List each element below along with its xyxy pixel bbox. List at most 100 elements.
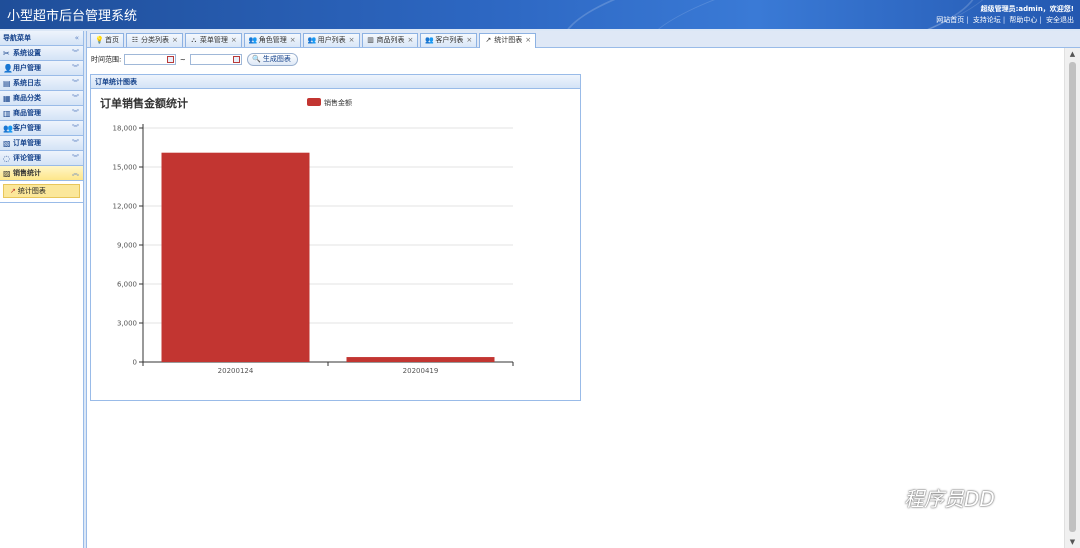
app-header: 小型超市后台管理系统 超级管理员:admin，欢迎您! 网站首页 | 支持论坛 | … bbox=[0, 0, 1080, 29]
goods-icon: ▥ bbox=[3, 109, 11, 118]
double-chevron-down-icon[interactable]: ︾ bbox=[72, 61, 79, 76]
sidebar-item[interactable]: ↗ 统计图表 bbox=[3, 184, 80, 198]
tab-label: 分类列表 bbox=[141, 36, 169, 44]
sidebar-group[interactable]: 👤用户管理 ︾ bbox=[0, 61, 83, 76]
wechat-logo-icon bbox=[876, 490, 900, 508]
role-icon: 👥 bbox=[248, 36, 258, 44]
tab-label: 菜单管理 bbox=[199, 36, 228, 44]
double-chevron-down-icon[interactable]: ︾ bbox=[72, 46, 79, 61]
top-links: 网站首页 | 支持论坛 | 帮助中心 | 安全退出 bbox=[936, 16, 1074, 24]
scroll-down-arrow-icon[interactable]: ▼ bbox=[1065, 536, 1080, 548]
link-logout[interactable]: 安全退出 bbox=[1046, 16, 1074, 24]
sidebar-group-label: 系统日志 bbox=[13, 79, 41, 87]
category-icon: ▦ bbox=[3, 94, 11, 103]
sidebar-group[interactable]: ▥ 商品管理 ︾ bbox=[0, 106, 83, 121]
tools-icon: ✂ bbox=[3, 49, 10, 58]
end-date-input[interactable] bbox=[189, 54, 242, 65]
sidebar-group[interactable]: ▦ 商品分类 ︾ bbox=[0, 91, 83, 106]
tab[interactable]: ▥ 商品列表 × bbox=[361, 33, 419, 47]
main-area: 💡首页 ☷ 分类列表 × ⛬ 菜单管理 × 👥角色管理 × 👥用户列表 × ▥ 商品列表 × 👥客户列表 × ↗… bbox=[86, 31, 1080, 548]
sidebar-group-label: 评论管理 bbox=[13, 154, 41, 162]
tab[interactable]: 👥用户列表 × bbox=[302, 33, 360, 47]
tab[interactable]: 👥角色管理 × bbox=[243, 33, 301, 47]
bar-chart: 订单销售金额统计 销售金额 0 3,000 6,000 9,000 12,000 15,000… bbox=[100, 96, 514, 375]
close-icon[interactable]: × bbox=[408, 36, 414, 44]
sidebar-group[interactable]: ◌ 评论管理 ︾ bbox=[0, 151, 83, 166]
close-icon[interactable]: × bbox=[466, 36, 472, 44]
tab[interactable]: ⛬ 菜单管理 × bbox=[184, 33, 242, 47]
close-icon[interactable]: × bbox=[525, 36, 531, 44]
generate-chart-label: 生成图表 bbox=[262, 55, 291, 63]
bar bbox=[161, 152, 310, 362]
vertical-scrollbar[interactable]: ▲ ▼ bbox=[1064, 48, 1080, 548]
close-icon[interactable]: × bbox=[349, 36, 355, 44]
tab[interactable]: ☷ 分类列表 × bbox=[126, 33, 183, 47]
sidebar-group-label: 销售统计 bbox=[13, 169, 41, 177]
sidebar-group[interactable]: ▤ 系统日志 ︾ bbox=[0, 76, 83, 91]
double-chevron-down-icon[interactable]: ︾ bbox=[72, 91, 79, 106]
double-chevron-left-icon[interactable]: « bbox=[75, 31, 79, 46]
log-icon: ▤ bbox=[3, 79, 11, 88]
scrollbar-thumb[interactable] bbox=[1069, 62, 1076, 532]
sidebar-group[interactable]: ▨ 销售统计 ︽ bbox=[0, 166, 83, 181]
customer-icon: 👥 bbox=[3, 124, 13, 133]
goods-list-icon: ▥ bbox=[367, 36, 374, 44]
close-icon[interactable]: × bbox=[290, 36, 296, 44]
start-date-input[interactable] bbox=[123, 54, 176, 65]
tab-content: 时间范围: ~ 🔍 生成图表 订单统计图表 订单销售金额统计 销售金额 0 3,000 6… bbox=[87, 48, 1065, 548]
calendar-icon[interactable] bbox=[166, 56, 174, 63]
double-chevron-down-icon[interactable]: ︾ bbox=[72, 76, 79, 91]
tab[interactable]: ↗ 统计图表 × bbox=[479, 33, 537, 48]
tab-label: 统计图表 bbox=[494, 36, 523, 44]
double-chevron-down-icon[interactable]: ︾ bbox=[72, 136, 79, 151]
y-tick-label: 9,000 bbox=[117, 242, 137, 250]
sidebar-group-label: 商品分类 bbox=[13, 94, 41, 102]
magnifier-icon: 🔍 bbox=[252, 55, 261, 63]
user-icon: 👤 bbox=[3, 64, 13, 73]
tab-label: 首页 bbox=[105, 36, 119, 44]
double-chevron-down-icon[interactable]: ︾ bbox=[72, 121, 79, 136]
watermark-text: 程序员DD bbox=[904, 487, 995, 511]
sidebar-group-label: 用户管理 bbox=[13, 64, 41, 72]
tab-label: 角色管理 bbox=[258, 36, 287, 44]
y-tick-label: 12,000 bbox=[113, 203, 138, 211]
welcome-text: 超级管理员:admin，欢迎您! bbox=[980, 5, 1074, 13]
home-icon: 💡 bbox=[95, 36, 104, 44]
watermark: 程序员DD bbox=[876, 483, 995, 512]
comment-icon: ◌ bbox=[3, 154, 10, 163]
sidebar-group-label: 系统设置 bbox=[13, 49, 41, 57]
users-icon: 👥 bbox=[307, 36, 317, 44]
calendar-icon[interactable] bbox=[232, 56, 240, 63]
link-home[interactable]: 网站首页 bbox=[936, 16, 964, 24]
double-chevron-down-icon[interactable]: ︾ bbox=[72, 106, 79, 121]
tab-bar: 💡首页 ☷ 分类列表 × ⛬ 菜单管理 × 👥角色管理 × 👥用户列表 × ▥ 商品列表 × 👥客户列表 × ↗… bbox=[87, 31, 1080, 48]
range-separator: ~ bbox=[179, 55, 186, 64]
scroll-up-arrow-icon[interactable]: ▲ bbox=[1065, 48, 1080, 60]
sidebar-group[interactable]: ✂ 系统设置 ︾ bbox=[0, 46, 83, 61]
double-chevron-up-icon[interactable]: ︽ bbox=[72, 166, 79, 181]
legend-swatch bbox=[307, 98, 321, 106]
order-icon: ▧ bbox=[3, 139, 11, 148]
y-tick-label: 3,000 bbox=[117, 320, 137, 328]
x-tick-label: 20200419 bbox=[403, 367, 439, 375]
chart-icon: ▨ bbox=[3, 169, 11, 178]
range-label: 时间范围: bbox=[91, 55, 122, 64]
sidebar-group[interactable]: ▧ 订单管理 ︾ bbox=[0, 136, 83, 151]
sidebar-item-label: 统计图表 bbox=[17, 187, 46, 195]
tab-label: 用户列表 bbox=[317, 36, 346, 44]
link-help[interactable]: 帮助中心 bbox=[1009, 16, 1037, 24]
tab[interactable]: 💡首页 bbox=[90, 33, 124, 47]
link-forum[interactable]: 支持论坛 bbox=[973, 16, 1001, 24]
chart-title: 订单销售金额统计 bbox=[100, 96, 188, 110]
close-icon[interactable]: × bbox=[172, 36, 178, 44]
sidebar-group-body: ↗ 统计图表 bbox=[0, 181, 83, 203]
tab-label: 商品列表 bbox=[376, 36, 405, 44]
close-icon[interactable]: × bbox=[231, 36, 237, 44]
generate-chart-button[interactable]: 🔍 生成图表 bbox=[247, 53, 298, 66]
x-tick-label: 20200124 bbox=[218, 367, 254, 375]
sidebar: 导航菜单 « ✂ 系统设置 ︾ 👤用户管理 ︾ ▤ 系统日志 ︾ ▦ 商品分类 ︾ ▥ 商品管理 ︾ 👥客户… bbox=[0, 31, 84, 548]
double-chevron-down-icon[interactable]: ︾ bbox=[72, 151, 79, 166]
tab[interactable]: 👥客户列表 × bbox=[420, 33, 478, 47]
toolbar: 时间范围: ~ 🔍 生成图表 bbox=[87, 48, 1065, 74]
sidebar-group[interactable]: 👥客户管理 ︾ bbox=[0, 121, 83, 136]
